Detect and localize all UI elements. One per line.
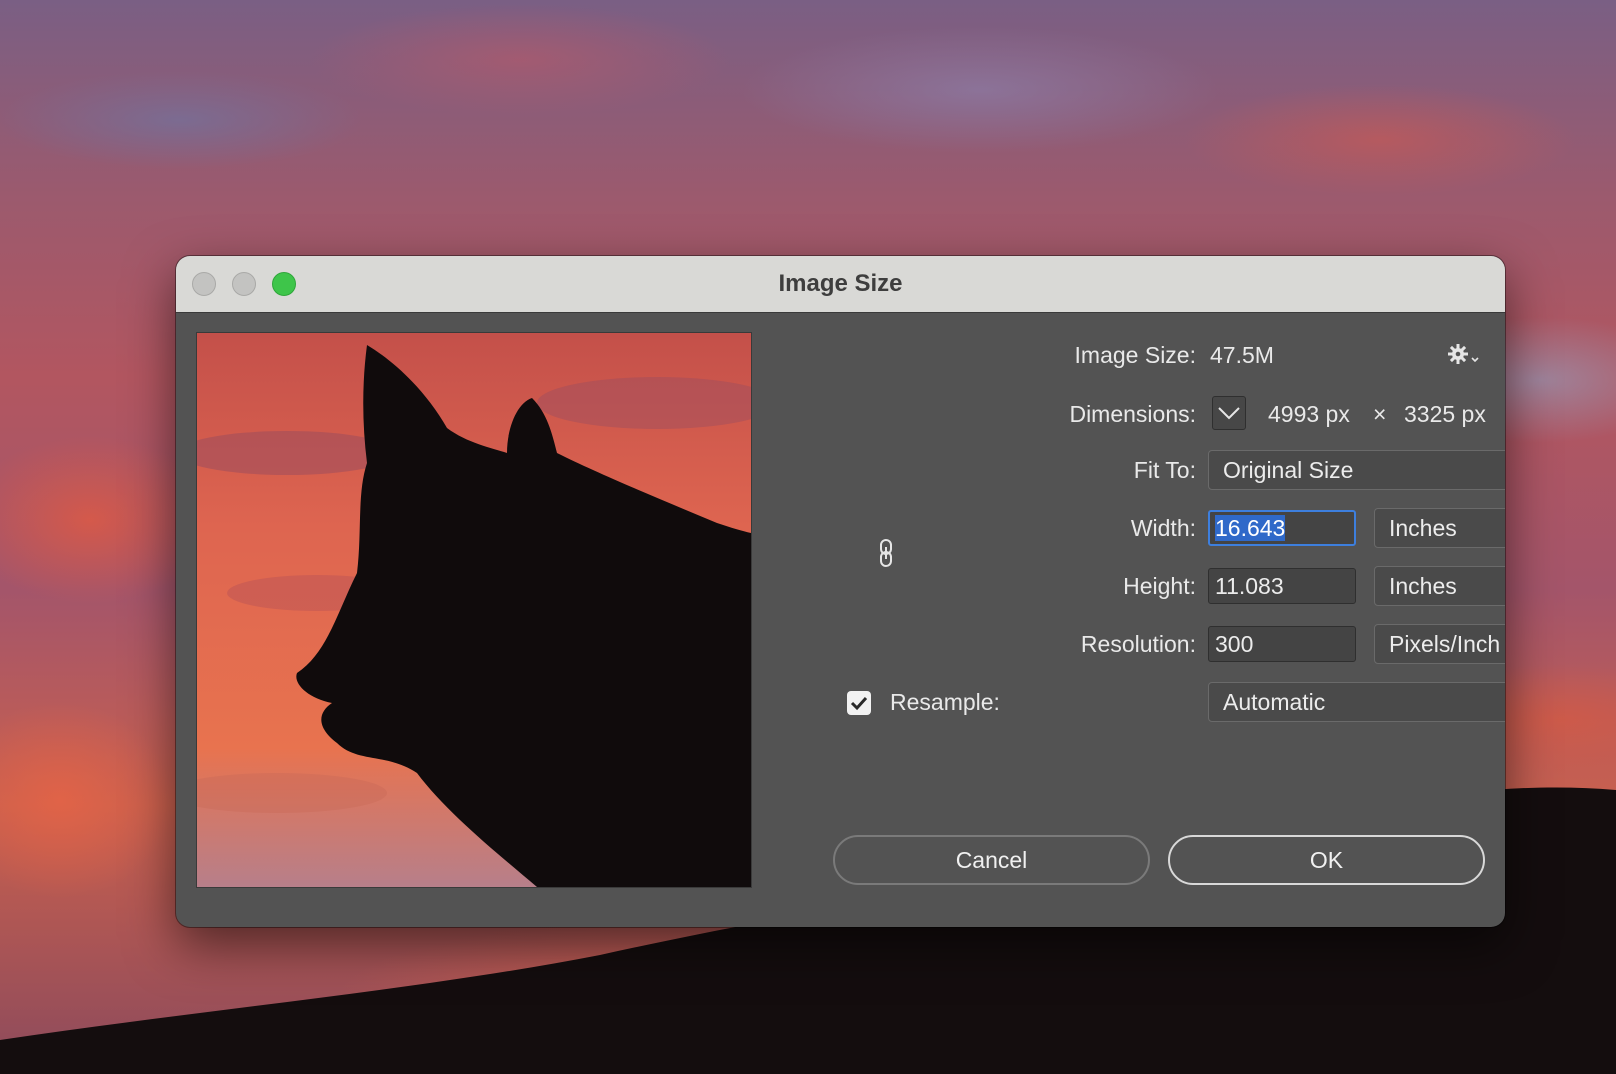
resolution-label: Resolution:: [1080, 631, 1196, 657]
image-size-label: Image Size:: [1074, 342, 1196, 368]
dimensions-height-value: 3325 px: [1404, 401, 1486, 427]
image-size-value: 47.5M: [1210, 342, 1274, 368]
height-unit-dropdown[interactable]: Inches: [1374, 566, 1505, 606]
resample-method-dropdown[interactable]: Automatic: [1208, 682, 1505, 722]
preview-dog-silhouette: [197, 333, 751, 887]
resample-label[interactable]: Resample:: [890, 689, 1000, 716]
checkmark-icon: [850, 696, 868, 711]
fit-to-label: Fit To:: [1133, 457, 1196, 483]
resample-checkbox[interactable]: [847, 691, 871, 715]
chain-link-icon: [880, 539, 892, 567]
resample-method-value: Automatic: [1223, 689, 1326, 715]
resolution-unit-value: Pixels/Inch: [1389, 631, 1501, 657]
dimensions-label: Dimensions:: [1069, 401, 1196, 427]
dimensions-width-value: 4993 px: [1268, 401, 1350, 427]
settings-menu-button[interactable]: [1446, 340, 1486, 370]
resolution-input-value: 300: [1215, 631, 1254, 657]
ok-button[interactable]: OK: [1168, 835, 1485, 885]
dimensions-separator: ×: [1373, 401, 1387, 427]
height-unit-value: Inches: [1389, 573, 1457, 599]
constrain-proportions-link[interactable]: [876, 538, 896, 568]
image-preview[interactable]: [196, 332, 752, 888]
gear-icon: [1448, 344, 1479, 364]
width-input-value: 16.643: [1215, 515, 1286, 541]
height-input[interactable]: 11.083: [1208, 568, 1356, 604]
width-unit-value: Inches: [1389, 515, 1457, 541]
resolution-input[interactable]: 300: [1208, 626, 1356, 662]
width-unit-dropdown[interactable]: Inches: [1374, 508, 1505, 548]
height-input-value: 11.083: [1215, 573, 1284, 599]
resolution-unit-dropdown[interactable]: Pixels/Inch: [1374, 624, 1505, 664]
width-label: Width:: [1130, 515, 1196, 541]
fit-to-dropdown[interactable]: Original Size: [1208, 450, 1505, 490]
cancel-button[interactable]: Cancel: [833, 835, 1150, 885]
chevron-down-icon: [1218, 407, 1240, 420]
fit-to-value: Original Size: [1223, 457, 1354, 483]
width-input[interactable]: 16.643: [1208, 510, 1356, 546]
image-size-dialog: Image Size Image Size: 47.5M Dimensions:…: [176, 256, 1505, 927]
dimensions-units-toggle[interactable]: [1212, 396, 1246, 430]
dialog-title: Image Size: [778, 270, 903, 297]
height-label: Height:: [1123, 573, 1196, 599]
title-bar[interactable]: Image Size: [176, 256, 1505, 313]
